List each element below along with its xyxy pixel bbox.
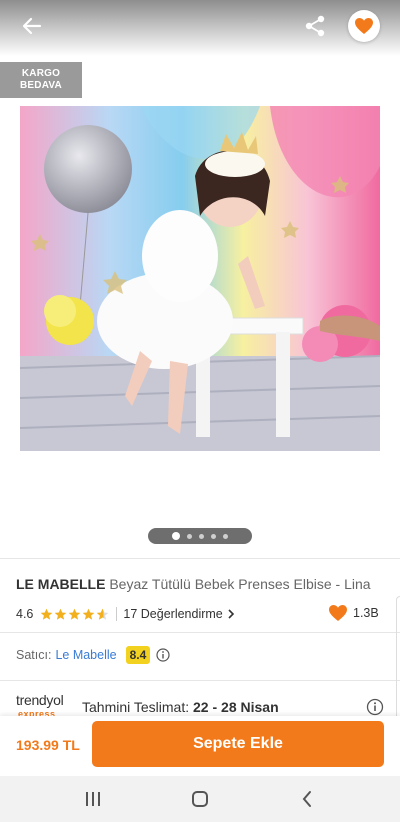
reviews-label: 17 Değerlendirme (123, 607, 223, 621)
seller-score-badge: 8.4 (125, 646, 151, 664)
scroll-indicator (396, 596, 400, 716)
badge-line-2: BEDAVA (20, 80, 62, 91)
product-photo (20, 106, 380, 451)
header-shade (0, 0, 400, 56)
rating-value: 4.6 (16, 607, 34, 621)
free-shipping-badge: KARGO BEDAVA (0, 62, 82, 98)
heart-icon (355, 18, 373, 34)
gallery-pagination[interactable] (148, 528, 252, 544)
chevron-right-icon (228, 609, 234, 619)
pagination-dot[interactable] (187, 533, 192, 539)
divider (0, 680, 400, 681)
product-name: Beyaz Tütülü Bebek Prenses Elbise - Lina (109, 576, 371, 592)
home-button[interactable] (170, 784, 230, 814)
star-icon (41, 608, 53, 620)
delivery-label: Tahmini Teslimat: (82, 699, 190, 715)
estimated-delivery: Tahmini Teslimat: 22 - 28 Nisan (82, 699, 279, 715)
recents-icon (86, 792, 101, 806)
product-title: LE MABELLE Beyaz Tütülü Bebek Prenses El… (16, 576, 386, 592)
chevron-left-icon (302, 791, 311, 807)
likes-value: 1.3B (353, 606, 379, 620)
product-brand[interactable]: LE MABELLE (16, 576, 105, 592)
express-label: express (18, 709, 56, 716)
seller-label: Satıcı: (16, 648, 52, 662)
pagination-dot[interactable] (223, 533, 228, 539)
info-icon[interactable] (366, 698, 384, 716)
share-button[interactable] (301, 12, 329, 40)
delivery-row: trendyol express Tahmini Teslimat: 22 - … (16, 690, 386, 716)
recents-button[interactable] (63, 784, 123, 814)
half-star-icon (97, 608, 109, 620)
rating-stars (40, 608, 110, 621)
delivery-range: 22 - 28 Nisan (193, 699, 279, 715)
price: 193.99 TL (16, 737, 80, 753)
product-gallery[interactable]: KARGO BEDAVA (0, 0, 400, 558)
divider (0, 558, 400, 559)
share-icon (305, 15, 325, 37)
badge-line-1: KARGO (21, 68, 61, 79)
star-icon (55, 608, 67, 620)
separator (116, 607, 118, 621)
like-count[interactable]: 1.3B (328, 604, 379, 622)
arrow-left-icon (22, 17, 42, 35)
home-icon (191, 791, 208, 807)
divider (0, 632, 400, 633)
system-navigation-bar (0, 776, 400, 822)
back-button[interactable] (18, 12, 46, 40)
trendyol-logo: trendyol (16, 692, 64, 708)
system-back-button[interactable] (277, 784, 337, 814)
add-to-cart-bar: 193.99 TL Sepete Ekle (0, 716, 400, 776)
star-icon (83, 608, 95, 620)
pagination-dot[interactable] (199, 533, 204, 539)
pagination-dot[interactable] (172, 532, 180, 540)
add-to-cart-button[interactable]: Sepete Ekle (92, 721, 384, 767)
pagination-dot[interactable] (211, 533, 216, 539)
reviews-link[interactable]: 17 Değerlendirme (123, 607, 234, 621)
heart-icon (329, 605, 347, 621)
seller-link[interactable]: Le Mabelle (55, 648, 116, 662)
star-icon (69, 608, 81, 620)
favorite-button[interactable] (348, 10, 380, 42)
info-icon[interactable] (156, 648, 170, 662)
product-image[interactable] (20, 106, 380, 451)
seller-row: Satıcı: Le Mabelle 8.4 (16, 646, 170, 664)
